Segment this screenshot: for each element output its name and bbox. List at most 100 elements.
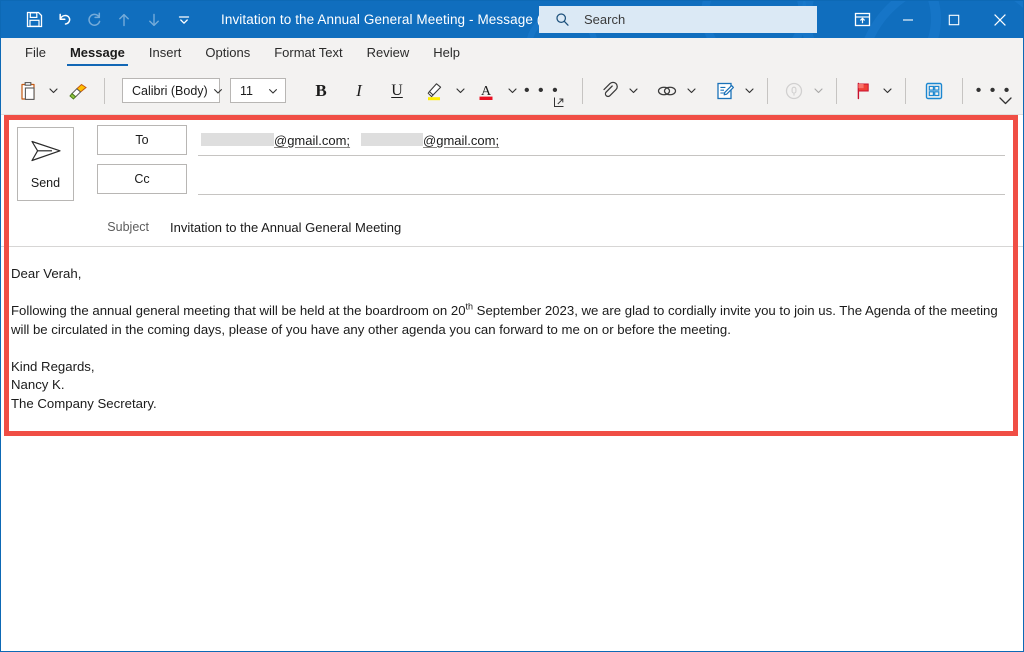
attach-file-chevron-down-icon[interactable]	[626, 73, 642, 109]
minimize-icon[interactable]	[885, 1, 931, 38]
font-color-button[interactable]: A	[468, 73, 504, 109]
to-button[interactable]: To	[97, 125, 187, 155]
include-group	[592, 67, 758, 114]
toolbar-separator	[835, 77, 837, 104]
cc-button[interactable]: Cc	[97, 164, 187, 194]
recipient-chip[interactable]: @gmail.com;	[201, 132, 350, 148]
attach-file-button[interactable]	[592, 73, 626, 109]
more-formatting-label: • • •	[524, 81, 560, 99]
toolbar-separator	[904, 77, 906, 104]
tab-message[interactable]: Message	[58, 45, 137, 66]
send-icon	[28, 138, 64, 169]
save-icon[interactable]	[19, 6, 49, 34]
link-button[interactable]	[650, 73, 684, 109]
format-painter-button[interactable]	[61, 73, 95, 109]
signature-chevron-down-icon[interactable]	[742, 73, 758, 109]
body-greeting: Dear Verah,	[11, 266, 82, 281]
search-input[interactable]	[582, 11, 796, 28]
recipient-chip[interactable]: @gmail.com;	[361, 132, 499, 148]
undo-icon[interactable]	[49, 6, 79, 34]
recipient-fields: To @gmail.com; @gmail.com; Cc	[97, 125, 1005, 201]
subject-label: Subject	[107, 220, 149, 234]
font-group: Calibri (Body) 11	[114, 67, 286, 114]
maximize-icon[interactable]	[931, 1, 977, 38]
body-paragraph-part1: Following the annual general meeting tha…	[11, 303, 466, 318]
subject-input[interactable]: Invitation to the Annual General Meeting	[167, 220, 1005, 235]
bold-button[interactable]: B	[302, 73, 340, 109]
subject-row: Subject Invitation to the Annual General…	[1, 208, 1023, 246]
chevron-down-icon[interactable]	[208, 86, 230, 96]
font-name-value: Calibri (Body)	[132, 83, 208, 98]
font-dialog-launcher-icon[interactable]	[553, 95, 565, 113]
outlook-message-window: Invitation to the Annual General Meeting…	[0, 0, 1024, 652]
cc-row: Cc	[97, 164, 1005, 195]
toolbar-separator	[961, 77, 963, 104]
move-up-icon	[109, 6, 139, 34]
underline-label: U	[391, 81, 403, 99]
quick-access-toolbar	[1, 6, 199, 34]
dictate-chevron-down-icon	[811, 73, 827, 109]
voice-group	[777, 67, 827, 114]
addins-group	[915, 67, 953, 114]
title-bar: Invitation to the Annual General Meeting…	[1, 1, 1023, 38]
to-row: To @gmail.com; @gmail.com;	[97, 125, 1005, 156]
bold-label: B	[315, 80, 327, 100]
font-name-combobox[interactable]: Calibri (Body)	[122, 78, 222, 103]
ordinal-suffix: th	[465, 301, 474, 312]
highlight-color-chevron-down-icon[interactable]	[452, 73, 468, 109]
ribbon-display-options-icon[interactable]	[839, 1, 885, 38]
ribbon-tab-bar: File Message Insert Options Format Text …	[1, 38, 1023, 67]
toolbar-separator	[581, 77, 583, 104]
send-button-label: Send	[30, 176, 61, 190]
move-down-icon	[139, 6, 169, 34]
ribbon-toolbar: Calibri (Body) 11 B I U A • • • • • •	[1, 67, 1023, 115]
signature-button[interactable]	[708, 73, 742, 109]
tab-review[interactable]: Review	[355, 45, 422, 66]
tab-help[interactable]: Help	[421, 45, 472, 66]
window-title: Invitation to the Annual General Meeting…	[221, 12, 570, 27]
recipient-address: @gmail.com;	[423, 133, 500, 148]
text-format-group: B I U A • • •	[302, 67, 564, 114]
italic-button[interactable]: I	[340, 73, 378, 109]
toolbar-separator	[104, 77, 105, 104]
body-paragraph: Following the annual general meeting tha…	[11, 302, 1001, 339]
body-sender-title: The Company Secretary.	[11, 395, 157, 411]
close-icon[interactable]	[977, 1, 1023, 38]
send-button[interactable]: Send	[17, 127, 74, 201]
to-input[interactable]: @gmail.com; @gmail.com;	[198, 125, 1005, 156]
compose-pane: Send To @gmail.com; @gmail.com; Cc Subje…	[1, 115, 1023, 423]
search-icon	[555, 12, 570, 27]
paste-button[interactable]	[11, 73, 45, 109]
redo-icon	[79, 6, 109, 34]
recipient-address: @gmail.com;	[274, 133, 351, 148]
paste-options-chevron-down-icon[interactable]	[45, 73, 61, 109]
toolbar-separator	[766, 77, 768, 104]
redacted-address-block	[361, 133, 424, 146]
font-color-chevron-down-icon[interactable]	[504, 73, 520, 109]
expand-ribbon-chevron-down-icon[interactable]	[998, 93, 1013, 111]
cc-input[interactable]	[198, 164, 1005, 195]
redacted-address-block	[201, 133, 274, 146]
message-header: Send To @gmail.com; @gmail.com; Cc	[1, 115, 1023, 201]
tab-format-text[interactable]: Format Text	[262, 45, 354, 66]
search-box[interactable]	[539, 6, 817, 33]
body-signoff: Kind Regards,	[11, 358, 95, 374]
italic-label: I	[356, 80, 362, 100]
link-chevron-down-icon[interactable]	[684, 73, 700, 109]
tab-options[interactable]: Options	[193, 45, 262, 66]
font-size-combobox[interactable]: 11	[230, 78, 286, 103]
text-highlight-color-button[interactable]	[416, 73, 452, 109]
dictate-button	[777, 73, 811, 109]
chevron-down-icon[interactable]	[263, 86, 285, 96]
tab-file[interactable]: File	[13, 45, 58, 66]
underline-button[interactable]: U	[378, 73, 416, 109]
tab-insert[interactable]: Insert	[137, 45, 194, 66]
clipboard-group	[11, 67, 95, 114]
customize-quick-access-icon[interactable]	[169, 6, 199, 34]
apps-button[interactable]	[915, 73, 953, 109]
message-body[interactable]: Dear Verah, Following the annual general…	[1, 247, 1023, 423]
send-column: Send	[17, 125, 77, 201]
follow-up-chevron-down-icon[interactable]	[880, 73, 896, 109]
follow-up-flag-button[interactable]	[846, 73, 880, 109]
